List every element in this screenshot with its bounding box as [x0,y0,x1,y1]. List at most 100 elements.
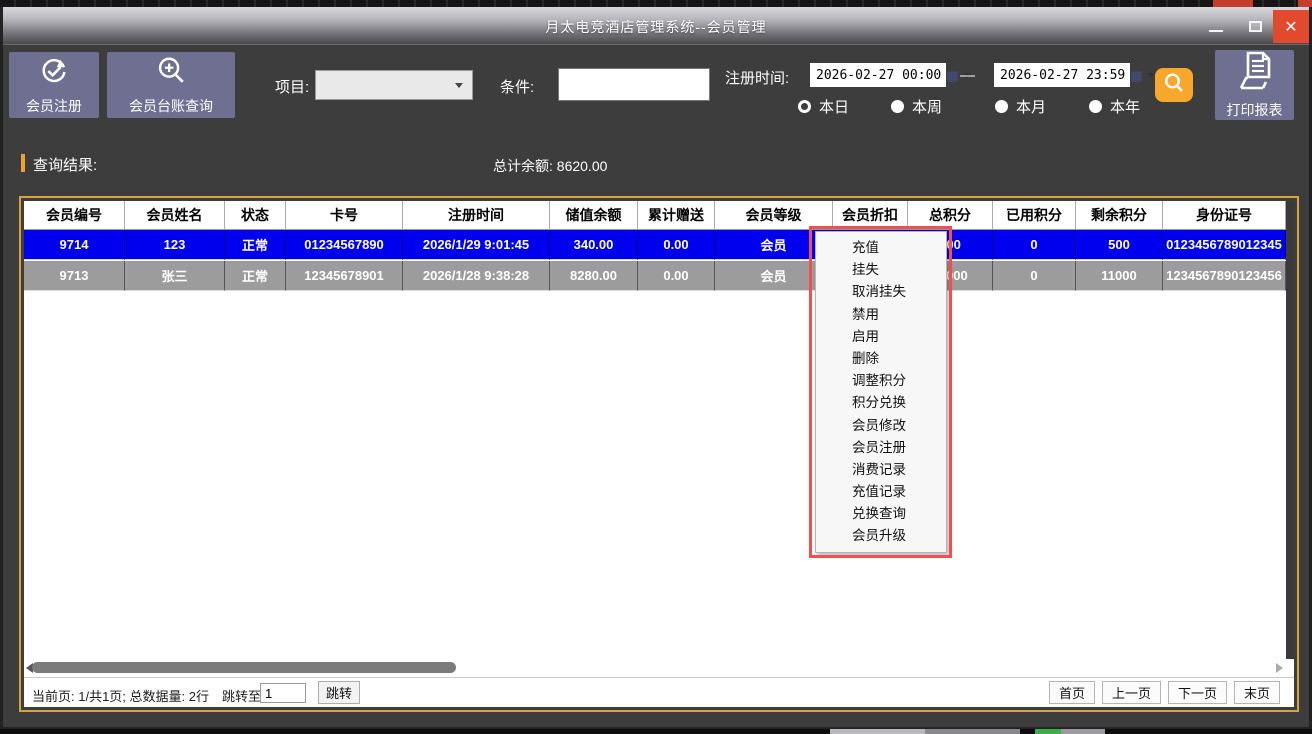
table-cell: 0123456789012345 [1163,230,1286,260]
condition-input[interactable] [558,68,710,101]
menu-item-exchange-query[interactable]: 兑换查询 [816,503,946,525]
date-range-separator: — [960,67,975,84]
menu-item-adjust-points[interactable]: 调整积分 [816,370,946,392]
menu-item-cancel-loss[interactable]: 取消挂失 [816,281,946,303]
total-balance-value: 8620.00 [557,158,608,174]
member-register-button[interactable]: 会员注册 [9,52,99,118]
minimize-icon [1209,30,1223,32]
radio-this-week[interactable]: 本周 [891,96,942,117]
chevron-down-icon [455,83,463,88]
menu-item-recharge[interactable]: 充值 [816,237,946,259]
radio-this-month-label: 本月 [1016,96,1046,117]
table-cell: 正常 [225,230,286,260]
table-cell: 9713 [24,261,125,291]
col-header-discount: 会员折扣 [833,201,908,229]
pagination-controls: 首页 上一页 下一页 末页 [1049,681,1280,704]
table-cell: 12345678901 [286,261,403,291]
next-page-button[interactable]: 下一页 [1168,681,1227,704]
maximize-button[interactable] [1237,10,1273,43]
member-ledger-query-button[interactable]: 会员台账查询 [107,52,235,118]
horizontal-scrollbar-thumb[interactable] [32,662,456,673]
menu-item-report-loss[interactable]: 挂失 [816,259,946,281]
table-header-row: 会员编号 会员姓名 状态 卡号 注册时间 储值余额 累计赠送 会员等级 会员折扣… [24,201,1286,230]
total-balance: 总计余额: 8620.00 [493,156,607,176]
calendar-icon: ▦ [1130,69,1142,82]
taskbar-fragment [1061,729,1105,734]
condition-label: 条件: [500,76,534,97]
menu-item-member-modify[interactable]: 会员修改 [816,415,946,437]
first-page-button[interactable]: 首页 [1049,681,1095,704]
table-row-selected[interactable]: 9714 123 正常 01234567890 2026/1/29 9:01:4… [24,230,1286,260]
table-cell: 0 [993,230,1076,260]
table-cell: 2026/1/29 9:01:45 [403,230,550,260]
horizontal-scrollbar [24,659,1286,676]
status-bar: 当前页: 1/共1页; 总数据量: 2行 跳转至 跳转 首页 上一页 下一页 末… [24,677,1294,707]
page-status-text: 当前页: 1/共1页; 总数据量: 2行 [32,686,209,705]
radio-today[interactable]: 本日 [798,96,849,117]
table-cell: 11000 [1076,261,1163,291]
vertical-scrollbar-track[interactable] [1286,201,1294,659]
query-results-label: 查询结果: [33,154,97,175]
taskbar-fragment [1035,729,1061,734]
dropdown-arrow-icon [1147,73,1155,78]
printer-report-icon [1232,50,1278,97]
jump-to-label: 跳转至 [222,686,261,705]
radio-dot-icon [1089,100,1102,113]
previous-page-button[interactable]: 上一页 [1102,681,1161,704]
table-cell: 0.00 [638,261,715,291]
main-window: 月太电竞酒店管理系统--会员管理 ✕ 会员注册 [0,7,1312,729]
radio-this-year[interactable]: 本年 [1089,96,1140,117]
col-header-status: 状态 [225,201,286,229]
title-bar: 月太电竞酒店管理系统--会员管理 ✕ [3,7,1309,45]
menu-item-points-exchange[interactable]: 积分兑换 [816,392,946,414]
menu-item-enable[interactable]: 启用 [816,326,946,348]
date-from-value: 2026-02-27 00:00 [816,68,941,83]
search-icon [1163,72,1185,99]
table-cell: 340.00 [550,230,638,260]
table-cell: 1234567890123456 [1163,261,1286,291]
col-header-total-points: 总积分 [908,201,993,229]
col-header-level: 会员等级 [715,201,833,229]
refresh-check-icon [37,54,71,93]
col-header-used-points: 已用积分 [993,201,1076,229]
jump-button[interactable]: 跳转 [318,681,360,704]
col-header-member-name: 会员姓名 [125,201,225,229]
last-page-button[interactable]: 末页 [1234,681,1280,704]
table-row[interactable]: 9713 张三 正常 12345678901 2026/1/28 9:38:28… [24,261,1286,291]
background-window-strip [0,0,1312,7]
results-table-container: 会员编号 会员姓名 状态 卡号 注册时间 储值余额 累计赠送 会员等级 会员折扣… [19,196,1299,712]
print-report-label: 打印报表 [1227,100,1283,120]
menu-item-consumption-records[interactable]: 消费记录 [816,459,946,481]
menu-item-delete[interactable]: 删除 [816,348,946,370]
minimize-button[interactable] [1195,10,1237,43]
radio-this-month[interactable]: 本月 [995,96,1046,117]
search-button[interactable] [1155,68,1193,102]
close-button[interactable]: ✕ [1273,10,1309,43]
menu-item-member-register[interactable]: 会员注册 [816,437,946,459]
date-to-picker[interactable]: 2026-02-27 23:59 ▦ [993,62,1131,88]
row-context-menu: 充值 挂失 取消挂失 禁用 启用 删除 调整积分 积分兑换 会员修改 会员注册 … [815,231,947,553]
table-cell: 张三 [125,261,225,291]
print-report-button[interactable]: 打印报表 [1215,50,1294,120]
table-cell: 123 [125,230,225,260]
date-to-value: 2026-02-27 23:59 [1000,68,1125,83]
table-cell: 0 [993,261,1076,291]
calendar-icon: ▦ [946,69,958,82]
date-from-picker[interactable]: 2026-02-27 00:00 ▦ [809,62,947,88]
col-header-id-number: 身份证号 [1163,201,1286,229]
col-header-reg-time: 注册时间 [403,201,550,229]
total-balance-label: 总计余额: [493,158,557,174]
menu-item-disable[interactable]: 禁用 [816,304,946,326]
jump-page-input[interactable] [260,683,306,703]
radio-dot-icon [798,100,811,113]
app-root: 月太电竞酒店管理系统--会员管理 ✕ 会员注册 [0,0,1312,734]
menu-item-member-upgrade[interactable]: 会员升级 [816,525,946,547]
radio-today-label: 本日 [819,96,849,117]
scroll-right-arrow-icon[interactable] [1276,663,1283,673]
table-cell: 2026/1/28 9:38:28 [403,261,550,291]
col-header-remaining-points: 剩余积分 [1076,201,1163,229]
taskbar-fragment [925,729,1020,734]
member-ledger-query-label: 会员台账查询 [129,96,213,116]
project-select[interactable] [315,70,473,100]
menu-item-recharge-records[interactable]: 充值记录 [816,481,946,503]
